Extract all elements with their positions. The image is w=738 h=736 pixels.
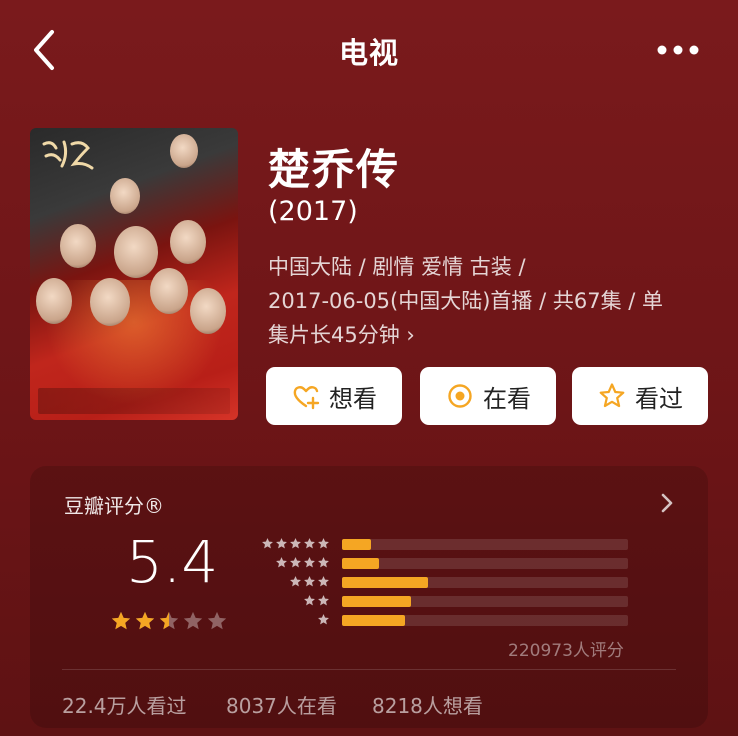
rating-star-icon bbox=[207, 611, 227, 630]
poster-figure bbox=[114, 226, 158, 278]
more-dots-icon bbox=[657, 45, 699, 55]
distribution-bar bbox=[342, 615, 405, 626]
distribution-row bbox=[258, 555, 638, 574]
poster-figure bbox=[190, 288, 226, 334]
poster-figure bbox=[110, 178, 140, 214]
distribution-track bbox=[342, 615, 628, 626]
watching-button[interactable]: 在看 bbox=[420, 367, 556, 425]
distribution-stars bbox=[261, 537, 330, 550]
page-title: 电视 bbox=[338, 36, 399, 70]
poster-figure bbox=[36, 278, 72, 324]
distribution-stars bbox=[289, 575, 330, 588]
distribution-bar bbox=[342, 577, 428, 588]
wish-count[interactable]: 8218人想看 bbox=[372, 690, 483, 719]
meta-line: 集片长45分钟 › bbox=[268, 323, 415, 347]
star-icon bbox=[318, 576, 329, 587]
distribution-row bbox=[258, 574, 638, 593]
movie-title: 楚乔传 bbox=[268, 145, 401, 194]
star-icon bbox=[262, 538, 273, 549]
heart-plus-icon bbox=[293, 386, 320, 410]
action-buttons: 想看 在看 看过 bbox=[266, 367, 710, 425]
distribution-track bbox=[342, 539, 628, 550]
distribution-track bbox=[342, 577, 628, 588]
rating-distribution bbox=[258, 536, 638, 631]
chevron-right-icon[interactable] bbox=[654, 488, 680, 518]
rating-star-icon bbox=[159, 611, 179, 630]
distribution-stars bbox=[275, 556, 330, 569]
distribution-row bbox=[258, 612, 638, 631]
star-icon bbox=[290, 538, 301, 549]
watched-button[interactable]: 看过 bbox=[572, 367, 708, 425]
rating-count: 220973人评分 bbox=[508, 641, 624, 661]
star-icon bbox=[276, 538, 287, 549]
poster-figure bbox=[150, 268, 188, 314]
distribution-stars bbox=[303, 594, 330, 607]
distribution-stars bbox=[317, 613, 330, 626]
rating-star-icon bbox=[183, 611, 203, 630]
distribution-bar bbox=[342, 539, 371, 550]
watching-count[interactable]: 8037人在看 bbox=[226, 690, 337, 719]
poster-figure bbox=[60, 224, 96, 268]
star-icon bbox=[276, 557, 287, 568]
distribution-row bbox=[258, 536, 638, 555]
distribution-track bbox=[342, 596, 628, 607]
poster-logo bbox=[42, 140, 94, 170]
star-icon bbox=[318, 538, 329, 549]
poster-figure bbox=[90, 278, 130, 326]
distribution-track bbox=[342, 558, 628, 569]
star-icon bbox=[290, 576, 301, 587]
meta-line: 中国大陆 / 剧情 爱情 古装 / bbox=[268, 255, 526, 279]
watched-label: 看过 bbox=[635, 384, 683, 413]
star-icon bbox=[304, 557, 315, 568]
rating-stars bbox=[110, 610, 228, 632]
star-icon bbox=[304, 595, 315, 606]
star-icon bbox=[318, 614, 329, 625]
distribution-bar bbox=[342, 596, 411, 607]
star-icon bbox=[318, 557, 329, 568]
poster-figure bbox=[170, 220, 206, 264]
want-to-watch-button[interactable]: 想看 bbox=[266, 367, 402, 425]
poster-image[interactable] bbox=[30, 128, 238, 420]
poster-figure bbox=[170, 134, 198, 168]
watched-count[interactable]: 22.4万人看过 bbox=[62, 690, 187, 719]
star-icon bbox=[318, 595, 329, 606]
star-outline-icon bbox=[599, 383, 625, 408]
want-to-watch-label: 想看 bbox=[329, 384, 377, 413]
distribution-bar bbox=[342, 558, 380, 569]
top-bar: 电视 bbox=[0, 0, 738, 100]
poster-credits bbox=[38, 388, 230, 414]
rating-header: 豆瓣评分® bbox=[64, 494, 164, 518]
star-icon bbox=[304, 576, 315, 587]
rating-star-icon bbox=[135, 611, 155, 630]
distribution-row bbox=[258, 593, 638, 612]
meta-line: 2017-06-05(中国大陆)首播 / 共67集 / 单 bbox=[268, 289, 664, 313]
target-circle-icon bbox=[448, 384, 472, 408]
rating-star-icon bbox=[111, 611, 131, 630]
star-icon bbox=[290, 557, 301, 568]
divider bbox=[62, 669, 676, 670]
movie-year: (2017) bbox=[268, 196, 358, 227]
watching-label: 在看 bbox=[483, 384, 531, 413]
star-icon bbox=[304, 538, 315, 549]
movie-meta[interactable]: 中国大陆 / 剧情 爱情 古装 / 2017-06-05(中国大陆)首播 / 共… bbox=[268, 250, 708, 352]
more-button[interactable] bbox=[654, 38, 702, 62]
rating-score: 5.4 bbox=[126, 528, 219, 596]
